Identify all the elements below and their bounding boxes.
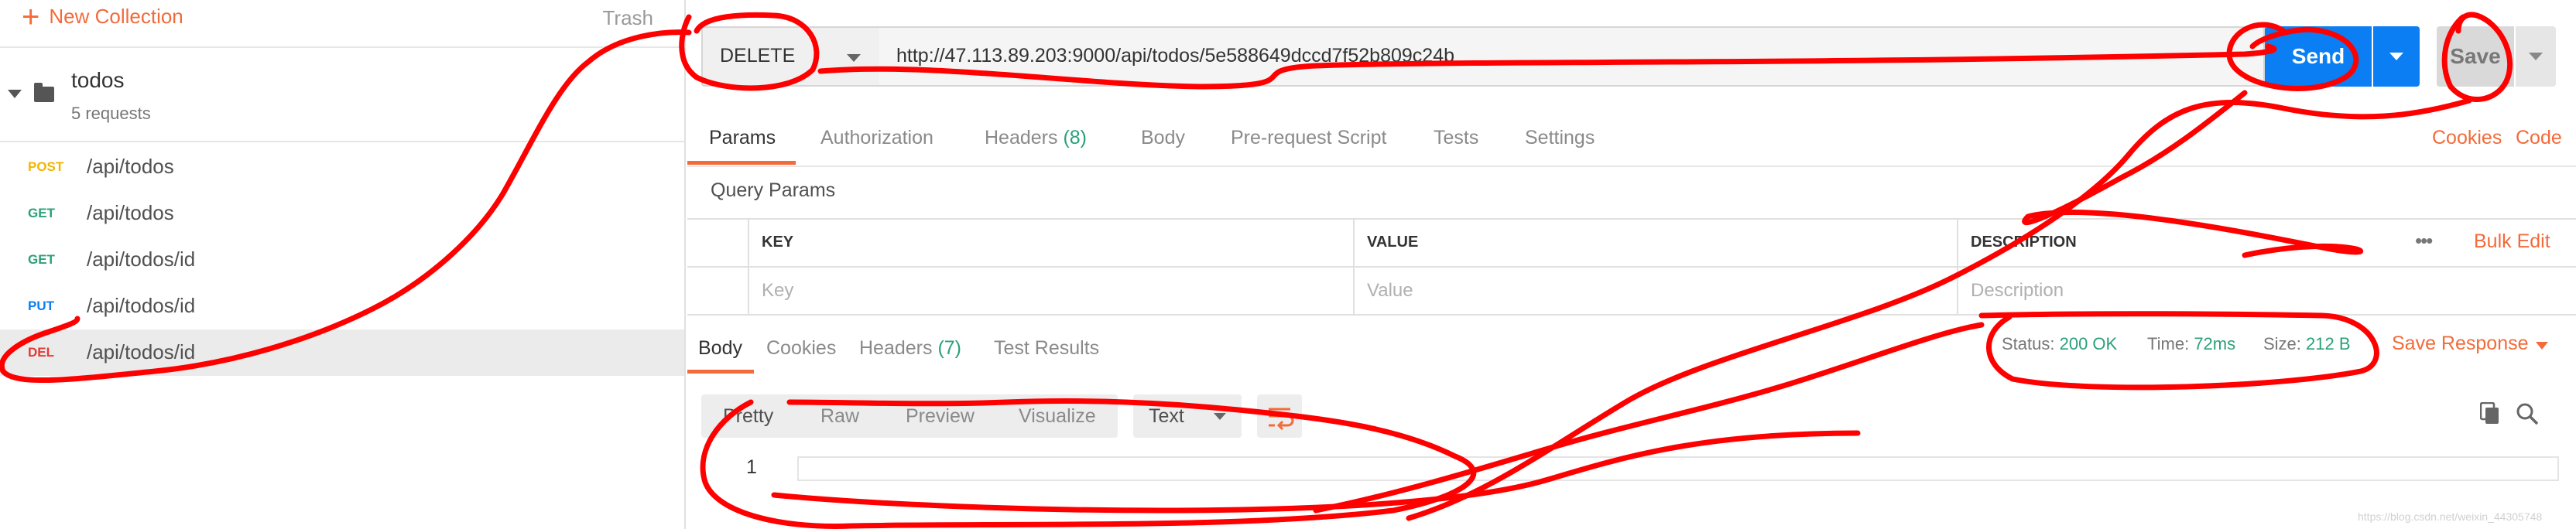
query-params-table: KEY VALUE DESCRIPTION ••• Bulk Edit Key … (687, 218, 2576, 316)
format-visualize[interactable]: Visualize (1019, 405, 1096, 428)
column-value: VALUE (1353, 220, 1957, 266)
response-tab-body[interactable]: Body (698, 337, 742, 360)
format-pretty[interactable]: Pretty (723, 405, 773, 428)
sidebar: + New Collection Trash todos 5 requests … (0, 0, 686, 529)
status-value: 200 OK (2059, 334, 2118, 353)
tab-headers[interactable]: Headers (8) (985, 127, 1087, 149)
folder-request-count: 5 requests (71, 104, 151, 123)
time-label: Time: (2147, 334, 2190, 353)
tab-prerequest-script[interactable]: Pre-request Script (1231, 127, 1386, 149)
active-response-tab-indicator (687, 370, 754, 374)
tab-authorization[interactable]: Authorization (820, 127, 933, 149)
sidebar-request-item-active[interactable]: DEL /api/todos/id (0, 329, 684, 376)
time-value: 72ms (2194, 334, 2236, 353)
send-button[interactable]: Send (2265, 26, 2372, 87)
key-placeholder: Key (762, 280, 794, 301)
column-header: KEY (762, 234, 794, 251)
method-badge: POST (28, 159, 64, 174)
request-tabs: Params Authorization Headers (8) Body Pr… (687, 116, 2576, 167)
response-type-select[interactable]: Text (1133, 394, 1242, 438)
size-value: 212 B (2306, 334, 2351, 353)
request-path: /api/todos (87, 201, 174, 224)
tab-headers-label: Headers (985, 127, 1058, 148)
copy-icon[interactable] (2480, 402, 2500, 425)
active-tab-indicator (687, 161, 796, 165)
method-badge: GET (28, 252, 55, 267)
save-response-button[interactable]: Save Response (2392, 333, 2529, 355)
tab-params[interactable]: Params (709, 127, 776, 149)
description-placeholder: Description (1971, 280, 2064, 301)
table-row: Key Value Description (687, 266, 2576, 316)
chevron-down-icon (1214, 413, 1226, 420)
save-button[interactable]: Save (2437, 26, 2514, 87)
search-icon[interactable] (2516, 402, 2539, 425)
response-time: Time: 72ms (2147, 334, 2235, 354)
line-number: 1 (746, 456, 757, 478)
more-options-icon[interactable]: ••• (2415, 229, 2433, 253)
sidebar-toolbar: + New Collection Trash (0, 0, 684, 48)
method-badge: PUT (28, 299, 54, 313)
wrap-lines-button[interactable] (1257, 394, 1302, 438)
column-header: VALUE (1367, 234, 1419, 251)
response-tab-headers[interactable]: Headers (7) (859, 337, 961, 360)
sidebar-request-item[interactable]: GET /api/todos (0, 190, 684, 237)
method-badge: DEL (28, 345, 54, 360)
save-options-dropdown[interactable] (2516, 26, 2556, 87)
method-select[interactable]: DELETE (701, 26, 881, 87)
size-label: Size: (2263, 334, 2301, 353)
tab-tests[interactable]: Tests (1434, 127, 1478, 149)
response-tab-headers-label: Headers (859, 337, 933, 359)
cookies-link[interactable]: Cookies (2432, 127, 2502, 149)
sidebar-request-item[interactable]: GET /api/todos/id (0, 237, 684, 283)
column-key: KEY (748, 220, 1353, 266)
code-link[interactable]: Code (2516, 127, 2562, 149)
description-input[interactable]: Description (1957, 268, 2576, 314)
collection-folder[interactable]: todos 5 requests (0, 48, 684, 142)
response-status: Status: 200 OK (2002, 334, 2117, 354)
response-tab-headers-count: (7) (937, 337, 962, 359)
request-path: /api/todos (87, 155, 174, 178)
folder-icon (34, 83, 54, 102)
method-value: DELETE (720, 45, 796, 67)
value-placeholder: Value (1367, 280, 1413, 301)
response-tab-cookies[interactable]: Cookies (766, 337, 836, 360)
tab-headers-count: (8) (1063, 127, 1088, 148)
chevron-down-icon[interactable] (8, 90, 22, 98)
response-size: Size: 212 B (2263, 334, 2351, 354)
chevron-down-icon (847, 54, 861, 62)
wrap-icon (1269, 408, 1294, 431)
trash-link[interactable]: Trash (603, 6, 654, 30)
url-input[interactable]: http://47.113.89.203:9000/api/todos/5e58… (879, 26, 2265, 87)
send-options-dropdown[interactable] (2373, 26, 2420, 87)
response-body-editor[interactable] (797, 456, 2559, 481)
url-value: http://47.113.89.203:9000/api/todos/5e58… (896, 45, 1454, 67)
request-path: /api/todos/id (87, 247, 196, 271)
key-input[interactable]: Key (748, 268, 1353, 314)
folder-name: todos (71, 68, 125, 92)
method-badge: GET (28, 206, 55, 220)
column-description: DESCRIPTION ••• Bulk Edit (1957, 220, 2576, 266)
status-label: Status: (2002, 334, 2055, 353)
response-type-value: Text (1149, 405, 1184, 427)
new-collection-label: New Collection (49, 5, 183, 28)
table-header-row: KEY VALUE DESCRIPTION ••• Bulk Edit (687, 218, 2576, 266)
tab-body[interactable]: Body (1141, 127, 1185, 149)
response-tab-test-results[interactable]: Test Results (994, 337, 1099, 360)
response-format-group: Pretty Raw Preview Visualize (701, 394, 1118, 438)
query-params-title: Query Params (711, 179, 836, 201)
request-path: /api/todos/id (87, 340, 196, 363)
bulk-edit-link[interactable]: Bulk Edit (2474, 230, 2550, 253)
plus-icon: + (22, 0, 40, 34)
tab-settings[interactable]: Settings (1525, 127, 1595, 149)
format-preview[interactable]: Preview (906, 405, 975, 428)
chevron-down-icon[interactable] (2536, 342, 2548, 350)
request-path: /api/todos/id (87, 294, 196, 317)
format-raw[interactable]: Raw (820, 405, 859, 428)
column-header: DESCRIPTION (1971, 234, 2077, 251)
new-collection-button[interactable]: + New Collection (22, 0, 183, 34)
sidebar-request-item[interactable]: PUT /api/todos/id (0, 283, 684, 329)
sidebar-request-item[interactable]: POST /api/todos (0, 144, 684, 190)
watermark: https://blog.csdn.net/weixin_44305748 (2358, 510, 2543, 523)
value-input[interactable]: Value (1353, 268, 1957, 314)
